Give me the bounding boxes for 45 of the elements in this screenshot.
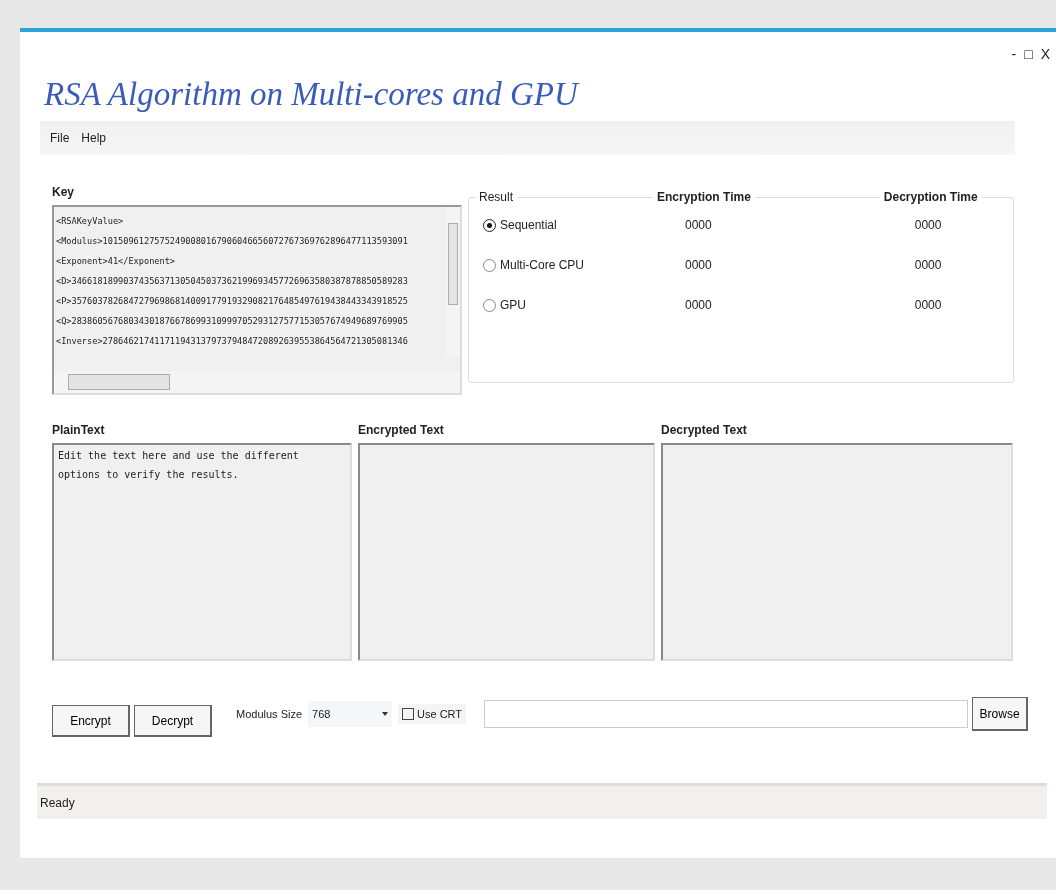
encryption-time: 0000 (685, 298, 712, 312)
browse-button[interactable]: Browse (972, 697, 1029, 731)
modulus-size-label: Modulus Size (236, 708, 303, 720)
key-label: Key (52, 185, 75, 199)
column-header: Encryption Time (653, 190, 755, 204)
caret-icon (382, 712, 389, 716)
decryption-time: 0000 (914, 298, 942, 312)
key-line: <RSAKeyValue> (56, 215, 124, 228)
decrypt-button[interactable]: Decrypt (134, 705, 212, 737)
encrypted-text-area[interactable] (358, 443, 655, 661)
radio-button[interactable]: Multi-Core CPU (483, 258, 663, 272)
vertical-scrollbar[interactable] (446, 207, 460, 357)
horizontal-scrollbar[interactable] (54, 371, 460, 393)
plaintext-area[interactable]: Edit the text here and use the different options to verify the results. (52, 443, 352, 661)
encryption-time: 0000 (685, 218, 712, 232)
menu-item[interactable]: Help (81, 131, 107, 145)
maximize-button[interactable]: □ (1024, 46, 1033, 62)
radio-button[interactable]: GPU (483, 298, 663, 312)
decryption-time: 0000 (914, 218, 942, 232)
decryption-time: 0000 (914, 258, 942, 272)
modulus-size-dropdown[interactable]: 768 (308, 701, 393, 727)
key-line: <Inverse>27864621741171194313797379484720892639553864564721305081346 (56, 335, 408, 348)
plaintext-label: PlainText (52, 423, 105, 437)
radio-button[interactable]: Sequential (483, 218, 663, 232)
decrypted-text-label: Decrypted Text (661, 423, 747, 437)
use-crt-checkbox[interactable]: Use CRT (398, 704, 467, 724)
decrypted-text-area[interactable] (661, 443, 1013, 661)
key-line: <Modulus>10150961275752490080167906046656072767369762896477113593091 (56, 235, 408, 248)
encrypted-text-label: Encrypted Text (358, 423, 444, 437)
key-line: <Q>28386056768034301876678699310999705293127577153057674949689769905 (56, 315, 408, 328)
key-text-area[interactable] (52, 205, 462, 395)
key-line: <D>34661818990374356371305045037362199693457726963580387878850589283 (56, 275, 408, 288)
result-label: Result (475, 190, 517, 204)
plaintext-value: Edit the text here and use the different options to verify the results. (57, 449, 300, 482)
status-bar: Ready (37, 783, 1047, 819)
minimize-button[interactable]: - (1011, 46, 1017, 62)
file-path-field[interactable] (484, 700, 969, 728)
encryption-time: 0000 (685, 258, 712, 272)
column-header: Decryption Time (879, 190, 982, 204)
window-title: RSA Algorithm on Multi-cores and GPU (44, 76, 578, 113)
key-line: <P>35760378268472796986814009177919329082176485497619438443343918525 (56, 295, 408, 308)
encrypt-button[interactable]: Encrypt (52, 705, 130, 737)
menu-item[interactable]: File (50, 131, 70, 145)
key-line: <Exponent>41</Exponent> (56, 255, 175, 268)
close-button[interactable]: X (1040, 46, 1050, 62)
